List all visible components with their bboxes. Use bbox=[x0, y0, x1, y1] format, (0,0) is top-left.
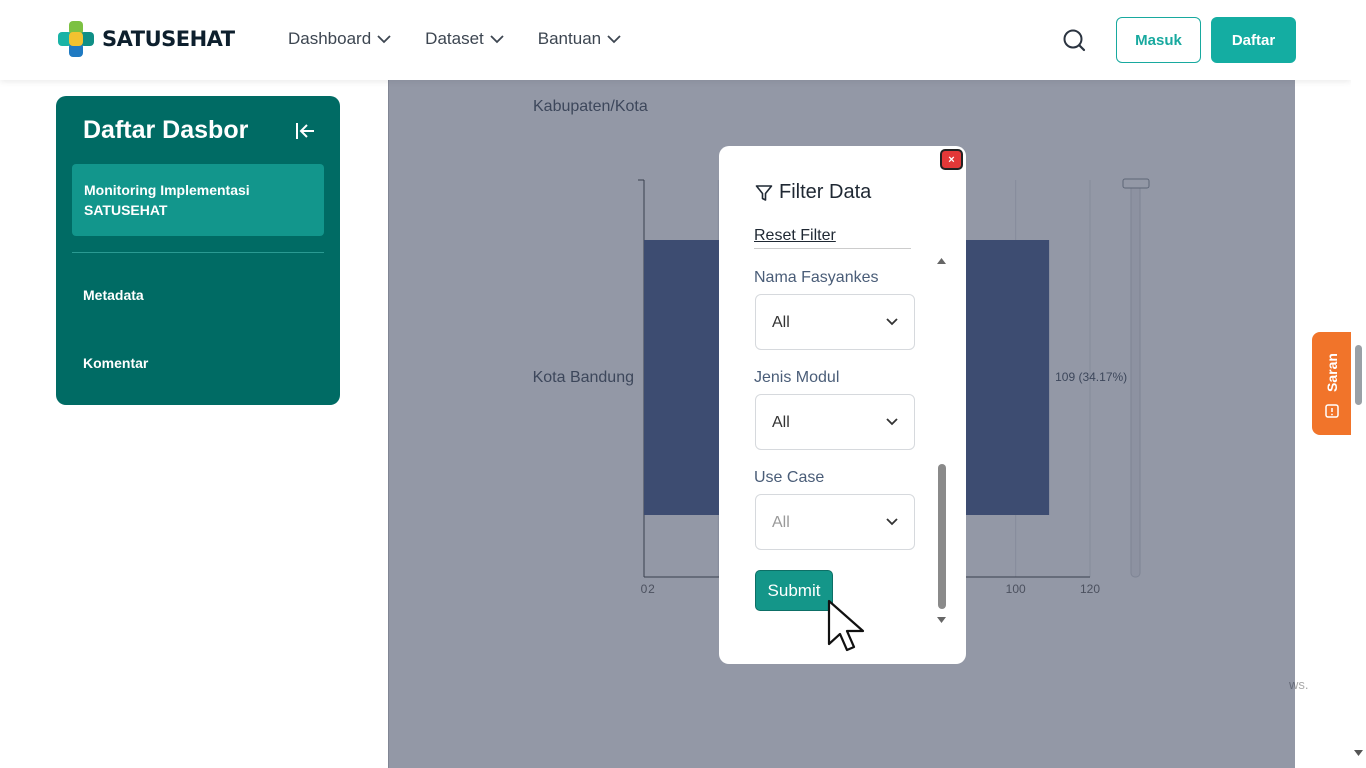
scroll-down-arrow-icon[interactable] bbox=[937, 617, 946, 623]
search-icon[interactable] bbox=[1061, 27, 1087, 53]
nav-bantuan[interactable]: Bantuan bbox=[538, 29, 621, 49]
top-navbar: SATUSEHAT Dashboard Dataset Bantuan Masu… bbox=[0, 0, 1351, 80]
sidebar-item-komentar[interactable]: Komentar bbox=[83, 355, 148, 371]
chevron-down-icon bbox=[607, 34, 621, 43]
sidebar-item-metadata[interactable]: Metadata bbox=[83, 287, 144, 303]
submit-button[interactable]: Submit bbox=[755, 570, 833, 611]
satusehat-logo-icon bbox=[58, 21, 94, 57]
chevron-down-icon bbox=[490, 34, 504, 43]
brand-name: SATUSEHAT bbox=[102, 27, 235, 51]
jenis-modul-label: Jenis Modul bbox=[754, 369, 840, 386]
modal-scrollbar-thumb[interactable] bbox=[938, 464, 946, 609]
page-scrollbar[interactable] bbox=[1351, 0, 1366, 768]
nav-bantuan-label: Bantuan bbox=[537, 29, 602, 48]
feedback-icon bbox=[1325, 404, 1339, 418]
feedback-tab-label: Saran bbox=[1324, 353, 1340, 392]
brand-logo[interactable]: SATUSEHAT bbox=[58, 21, 235, 57]
nama-fasyankes-value: All bbox=[772, 314, 790, 331]
collapse-sidebar-icon[interactable] bbox=[294, 120, 316, 142]
page-scrollbar-thumb[interactable] bbox=[1355, 345, 1362, 405]
use-case-label: Use Case bbox=[754, 469, 825, 486]
jenis-modul-value: All bbox=[772, 414, 790, 431]
jenis-modul-select[interactable]: All bbox=[755, 394, 915, 450]
reset-filter-link[interactable]: Reset Filter bbox=[754, 227, 836, 245]
nav-dashboard[interactable]: Dashboard bbox=[288, 29, 391, 49]
chevron-down-icon bbox=[886, 518, 898, 526]
sidebar-title: Daftar Dasbor bbox=[83, 116, 249, 144]
mouse-cursor-icon bbox=[827, 599, 865, 652]
use-case-value: All bbox=[772, 514, 790, 531]
nav-dashboard-label: Dashboard bbox=[288, 29, 372, 48]
close-modal-button[interactable]: × bbox=[940, 149, 963, 170]
nama-fasyankes-label: Nama Fasyankes bbox=[754, 269, 879, 286]
chevron-down-icon bbox=[377, 34, 391, 43]
dashboard-sidebar: Daftar Dasbor Monitoring Implementasi SA… bbox=[56, 96, 340, 405]
modal-title: Filter Data bbox=[755, 181, 871, 204]
feedback-tab[interactable]: Saran bbox=[1312, 332, 1351, 435]
register-button[interactable]: Daftar bbox=[1211, 17, 1296, 63]
scroll-up-arrow-icon[interactable] bbox=[937, 258, 946, 264]
modal-title-text: Filter Data bbox=[779, 181, 872, 203]
sidebar-item-monitoring[interactable]: Monitoring Implementasi SATUSEHAT bbox=[72, 164, 324, 236]
nav-dataset-label: Dataset bbox=[425, 29, 484, 48]
sidebar-divider bbox=[72, 252, 324, 253]
chevron-down-icon bbox=[886, 318, 898, 326]
main-nav: Dashboard Dataset Bantuan bbox=[288, 29, 655, 49]
chevron-down-icon bbox=[886, 418, 898, 426]
filter-modal: × Filter Data Reset Filter Nama Fasyanke… bbox=[719, 146, 966, 664]
modal-divider bbox=[754, 248, 911, 249]
nav-dataset[interactable]: Dataset bbox=[425, 29, 504, 49]
use-case-select[interactable]: All bbox=[755, 494, 915, 550]
scroll-down-arrow-icon[interactable] bbox=[1354, 750, 1363, 756]
login-button[interactable]: Masuk bbox=[1116, 17, 1201, 63]
filter-icon bbox=[755, 184, 773, 201]
modal-scrollbar[interactable] bbox=[936, 254, 948, 626]
nama-fasyankes-select[interactable]: All bbox=[755, 294, 915, 350]
